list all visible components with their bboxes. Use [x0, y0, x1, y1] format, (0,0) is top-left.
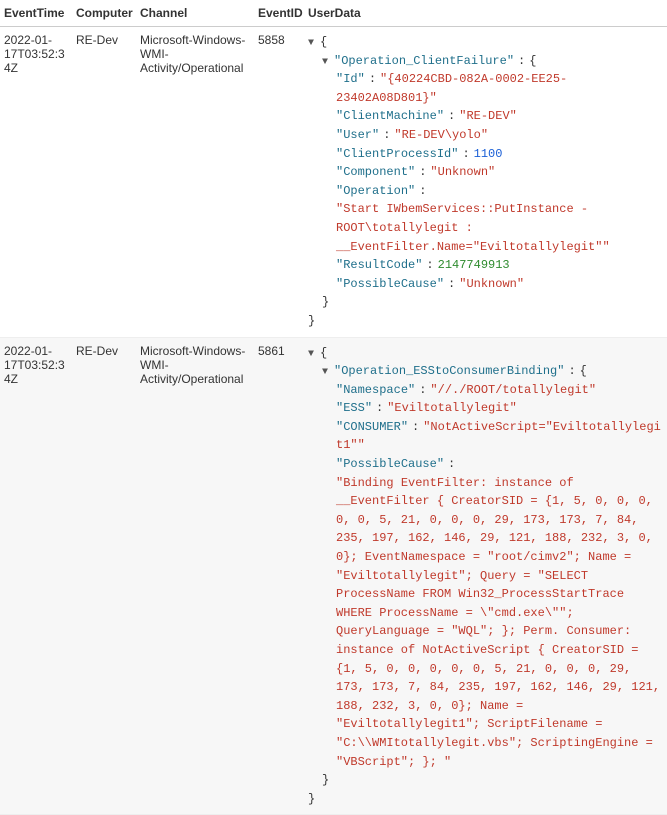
- col-header-userdata[interactable]: UserData: [304, 0, 667, 27]
- json-key: ClientMachine: [336, 109, 444, 123]
- json-key: PossibleCause: [336, 277, 444, 291]
- json-number-value: 1100: [474, 147, 503, 161]
- json-key: ESS: [336, 401, 372, 415]
- json-string-value: Start IWbemServices::PutInstance - ROOT\…: [336, 202, 610, 253]
- json-key: Operation_ClientFailure: [334, 54, 514, 68]
- cell-userdata: ▼{▼Operation_ClientFailure:{Id:{40224CBD…: [304, 27, 667, 338]
- json-key: Operation_ESStoConsumerBinding: [334, 364, 564, 378]
- json-tree[interactable]: ▼{▼Operation_ClientFailure:{Id:{40224CBD…: [308, 33, 663, 331]
- json-string-value: Unknown: [459, 277, 524, 291]
- event-table: EventTime Computer Channel EventID UserD…: [0, 0, 667, 815]
- json-string-value: RE-DEV\yolo: [394, 128, 488, 142]
- cell-channel: Microsoft-Windows-WMI-Activity/Operation…: [136, 27, 254, 338]
- cell-userdata: ▼{▼Operation_ESStoConsumerBinding:{Names…: [304, 337, 667, 815]
- json-string-value: //./ROOT/totallylegit: [430, 383, 596, 397]
- table-row: 2022-01-17T03:52:34ZRE-DevMicrosoft-Wind…: [0, 27, 667, 338]
- col-header-channel[interactable]: Channel: [136, 0, 254, 27]
- col-header-computer[interactable]: Computer: [72, 0, 136, 27]
- toggle-icon[interactable]: ▼: [308, 36, 318, 52]
- table-row: 2022-01-17T03:52:34ZRE-DevMicrosoft-Wind…: [0, 337, 667, 815]
- json-key: User: [336, 128, 379, 142]
- json-key: CONSUMER: [336, 420, 408, 434]
- toggle-icon[interactable]: ▼: [322, 55, 332, 71]
- toggle-icon[interactable]: ▼: [322, 365, 332, 381]
- cell-eventid: 5858: [254, 27, 304, 338]
- json-key: ResultCode: [336, 258, 422, 272]
- json-key: Operation: [336, 184, 415, 198]
- cell-channel: Microsoft-Windows-WMI-Activity/Operation…: [136, 337, 254, 815]
- json-key: Id: [336, 72, 365, 86]
- cell-computer: RE-Dev: [72, 337, 136, 815]
- json-string-value: Eviltotallylegit: [387, 401, 517, 415]
- json-key: Namespace: [336, 383, 415, 397]
- json-key: PossibleCause: [336, 457, 444, 471]
- json-string-value: Unknown: [430, 165, 495, 179]
- json-string-value: RE-DEV: [459, 109, 517, 123]
- table-header-row: EventTime Computer Channel EventID UserD…: [0, 0, 667, 27]
- cell-eventtime: 2022-01-17T03:52:34Z: [0, 27, 72, 338]
- cell-computer: RE-Dev: [72, 27, 136, 338]
- col-header-eventtime[interactable]: EventTime: [0, 0, 72, 27]
- toggle-icon[interactable]: ▼: [308, 347, 318, 363]
- cell-eventid: 5861: [254, 337, 304, 815]
- col-header-eventid[interactable]: EventID: [254, 0, 304, 27]
- json-number-value: 2147749913: [438, 258, 510, 272]
- json-key: ClientProcessId: [336, 147, 458, 161]
- json-string-value: Binding EventFilter: instance of __Event…: [336, 476, 660, 769]
- cell-eventtime: 2022-01-17T03:52:34Z: [0, 337, 72, 815]
- json-tree[interactable]: ▼{▼Operation_ESStoConsumerBinding:{Names…: [308, 344, 663, 809]
- json-key: Component: [336, 165, 415, 179]
